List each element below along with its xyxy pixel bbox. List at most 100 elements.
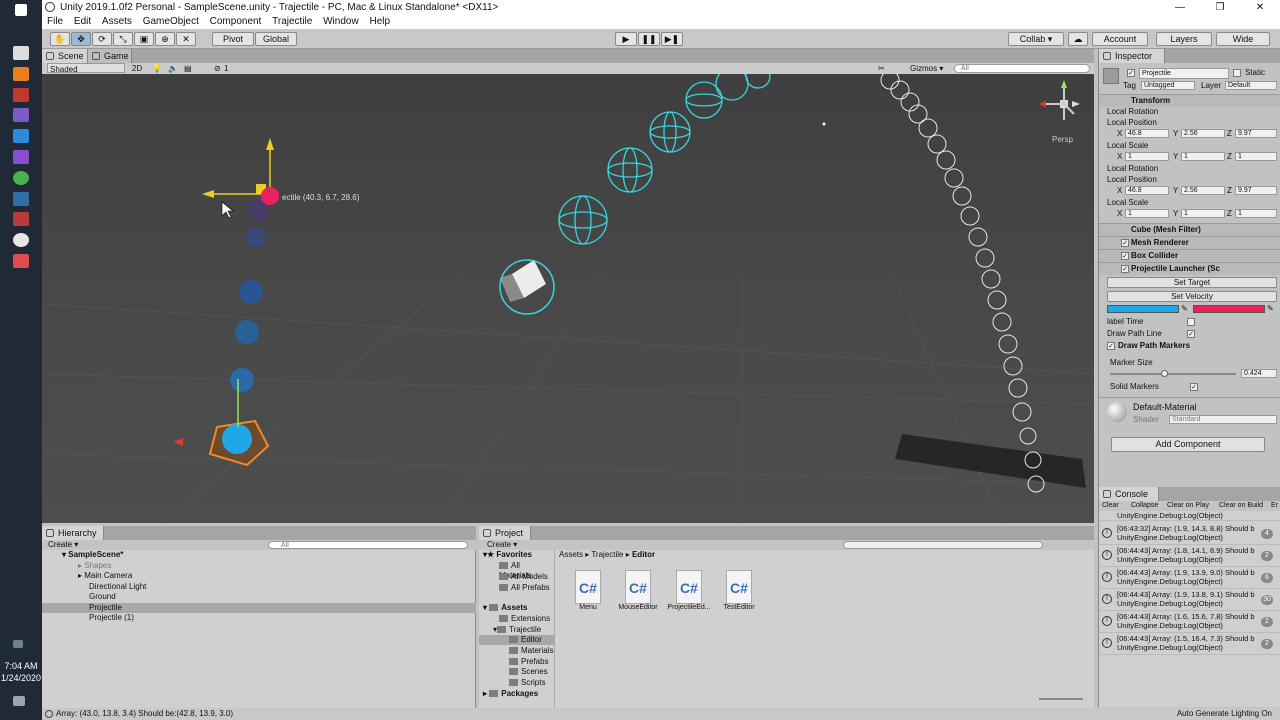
menu-edit[interactable]: Edit — [69, 15, 94, 29]
hierarchy-search-input[interactable] — [268, 541, 468, 549]
asset-file[interactable]: C# TestEditor — [714, 570, 764, 611]
solid-markers-checkbox[interactable]: ✓ — [1190, 383, 1198, 391]
transform-tool-icon[interactable]: ⊕ — [155, 32, 175, 46]
target-sphere[interactable] — [261, 187, 279, 205]
clear-button[interactable]: Clear — [1102, 501, 1119, 511]
tab-scene[interactable]: Scene — [42, 49, 88, 63]
mesh-renderer-checkbox[interactable]: ✓ — [1121, 239, 1129, 247]
position-y-field-2[interactable]: 2.56 — [1181, 186, 1225, 195]
menu-help[interactable]: Help — [364, 15, 393, 29]
projectile-launcher-checkbox[interactable]: ✓ — [1121, 265, 1129, 273]
target-gizmo-y-arrow[interactable] — [266, 138, 274, 150]
tab-project[interactable]: Project — [479, 526, 531, 540]
scale-x-field-2[interactable]: 1 — [1125, 209, 1169, 218]
pause-button[interactable]: ❚❚ — [638, 32, 660, 46]
rotate-tool-icon[interactable]: ⟳ — [92, 32, 112, 46]
favorite-item[interactable]: All Materials — [499, 561, 554, 580]
eyedropper-icon[interactable]: ✎ — [1267, 304, 1274, 313]
eyedropper-icon[interactable]: ✎ — [1181, 304, 1188, 313]
object-name-field[interactable]: Projectile — [1139, 68, 1229, 79]
position-z-field-2[interactable]: 9.97 — [1235, 186, 1277, 195]
cloud-icon[interactable]: ☁ — [1068, 32, 1088, 46]
minimize-button[interactable]: — — [1160, 0, 1200, 15]
menu-window[interactable]: Window — [318, 15, 362, 29]
hierarchy-item[interactable]: Directional Light — [42, 582, 476, 592]
set-target-button[interactable]: Set Target — [1107, 277, 1277, 288]
network-icon[interactable] — [13, 640, 23, 648]
step-button[interactable]: ▶❚ — [661, 32, 683, 46]
menu-gameobject[interactable]: GameObject — [138, 15, 202, 29]
layout-dropdown[interactable]: Wide — [1216, 32, 1270, 46]
move-tool-icon[interactable]: ✥ — [71, 32, 91, 46]
hierarchy-item[interactable]: Projectile (1) — [42, 613, 476, 623]
favorites-node[interactable]: ▾★ Favorites — [483, 550, 532, 560]
console-entry[interactable]: ! [06:44:43] Array: (1.9, 13.9, 9.0) Shou… — [1099, 568, 1280, 589]
tools-icon[interactable]: ✂ — [878, 63, 885, 74]
taskbar-app-icon[interactable] — [13, 108, 29, 122]
tag-dropdown[interactable]: Untagged — [1141, 81, 1195, 90]
asset-file[interactable]: C# ProjectileEd... — [664, 570, 714, 611]
clear-on-play-button[interactable]: Clear on Play — [1167, 501, 1209, 511]
tab-hierarchy[interactable]: Hierarchy — [42, 526, 104, 540]
tab-game[interactable]: Game — [88, 49, 132, 63]
breadcrumb-item[interactable]: Editor — [632, 550, 655, 559]
account-dropdown[interactable]: Account — [1092, 32, 1148, 46]
taskbar-app-icon[interactable] — [13, 192, 29, 206]
marker-size-field[interactable]: 0.424 — [1241, 369, 1277, 378]
clear-on-build-button[interactable]: Clear on Build — [1219, 501, 1263, 511]
folder-item[interactable]: Extensions — [499, 614, 550, 624]
hierarchy-item[interactable]: ▸ Main Camera — [42, 571, 476, 581]
collab-dropdown[interactable]: Collab ▾ — [1008, 32, 1064, 46]
unity-taskbar-icon[interactable] — [13, 233, 29, 247]
collapse-button[interactable]: Collapse — [1131, 501, 1158, 511]
menu-trajectile[interactable]: Trajectile — [267, 15, 315, 29]
folder-item[interactable]: Scripts — [509, 678, 545, 688]
taskbar-app-icon[interactable] — [13, 88, 29, 102]
shading-mode-dropdown[interactable]: Shaded — [47, 63, 125, 74]
project-search-input[interactable] — [843, 541, 1043, 549]
layer-dropdown[interactable]: Default — [1225, 81, 1277, 90]
box-collider-checkbox[interactable]: ✓ — [1121, 252, 1129, 260]
console-entry[interactable]: ! [06:44:43] Array: (1.8, 14.1, 8.9) Shou… — [1099, 546, 1280, 567]
asset-file[interactable]: C# MouseEditor — [613, 570, 663, 611]
custom-tool-icon[interactable]: ✕ — [176, 32, 196, 46]
console-entry[interactable]: ! [06:44:43] Array: (1.9, 13.8, 9.1) Shou… — [1099, 590, 1280, 611]
menu-file[interactable]: File — [42, 15, 66, 29]
label-time-checkbox[interactable] — [1187, 318, 1195, 326]
rect-tool-icon[interactable]: ▣ — [134, 32, 154, 46]
maximize-button[interactable]: ❐ — [1200, 0, 1240, 15]
taskbar-app-icon[interactable] — [13, 150, 29, 164]
position-z-field[interactable]: 9.97 — [1235, 129, 1277, 138]
pivot-toggle[interactable]: Pivot — [212, 32, 254, 46]
set-velocity-button[interactable]: Set Velocity — [1107, 291, 1277, 302]
assets-node[interactable]: ▾ Assets — [483, 603, 528, 613]
mesh-filter-header[interactable]: Cube (Mesh Filter) — [1099, 223, 1280, 236]
position-y-field[interactable]: 2.56 — [1181, 129, 1225, 138]
audio-toggle-icon[interactable]: 🔈 — [168, 63, 178, 74]
folder-item[interactable]: ▾ Trajectile — [493, 625, 541, 635]
marker-size-slider[interactable] — [1110, 370, 1236, 377]
hierarchy-item[interactable]: Ground — [42, 592, 476, 602]
folder-item[interactable]: Prefabs — [509, 657, 549, 667]
taskbar-app-icon[interactable] — [13, 212, 29, 226]
scene-root[interactable]: ▾ SampleScene* — [42, 550, 476, 560]
gizmos-dropdown[interactable]: Gizmos ▾ — [910, 63, 943, 74]
global-toggle[interactable]: Global — [255, 32, 297, 46]
taskbar-app-icon[interactable] — [13, 67, 29, 81]
position-x-field-2[interactable]: 46.8 — [1125, 186, 1169, 195]
scale-x-field[interactable]: 1 — [1125, 152, 1169, 161]
gizmo-x-arrow[interactable] — [173, 438, 183, 446]
console-entry[interactable]: ! [06:43:32] Array: (1.9, 14.3, 8.8) Shou… — [1099, 524, 1280, 545]
taskbar-app-icon[interactable] — [13, 254, 29, 268]
breadcrumb-item[interactable]: Trajectile — [591, 550, 623, 559]
taskbar-app-icon[interactable] — [13, 129, 29, 143]
slider-handle[interactable] — [1160, 370, 1168, 377]
console-entry-partial[interactable]: UnityEngine.Debug:Log(Object) — [1099, 511, 1280, 521]
hierarchy-create-dropdown[interactable]: Create ▾ — [48, 540, 78, 550]
shader-dropdown[interactable]: Standard — [1169, 415, 1277, 424]
selected-projectile[interactable] — [222, 424, 252, 454]
taskbar-app-icon[interactable] — [13, 171, 29, 185]
static-checkbox[interactable] — [1233, 69, 1241, 77]
hand-tool-icon[interactable]: ✋ — [50, 32, 70, 46]
asset-file[interactable]: C# Menu — [563, 570, 613, 611]
